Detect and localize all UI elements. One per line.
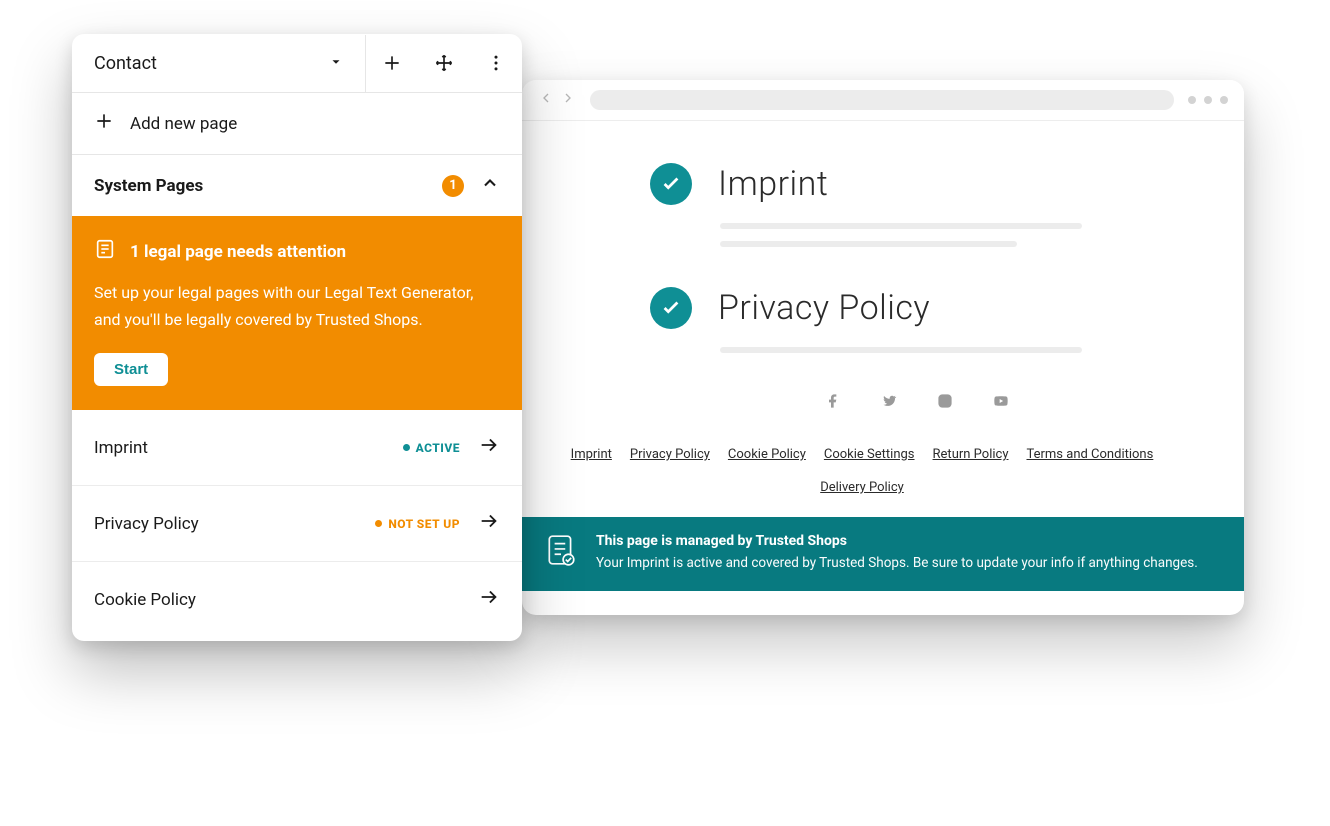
alert-description: Set up your legal pages with our Legal T… [94,279,500,333]
arrow-right-icon [478,510,500,537]
alert-title: 1 legal page needs attention [130,242,346,262]
page-item-cookie[interactable]: Cookie Policy [72,562,522,641]
footer-link[interactable]: Privacy Policy [630,447,710,462]
page-name: Cookie Policy [94,590,196,610]
page-name: Imprint [94,438,148,458]
trusted-shops-banner: This page is managed by Trusted Shops Yo… [522,517,1244,591]
footer-link[interactable]: Cookie Policy [728,447,806,462]
check-circle-icon [650,287,692,329]
document-icon [94,238,116,265]
page-select-dropdown[interactable]: Contact [72,35,366,92]
social-icons [650,393,1184,413]
add-new-page[interactable]: Add new page [72,93,522,155]
preview-browser: Imprint Privacy Policy Imprint Privacy P… [522,80,1244,615]
address-bar[interactable] [590,90,1174,110]
more-button[interactable] [470,34,522,92]
add-page-label: Add new page [130,114,237,134]
window-dots-icon [1188,96,1228,104]
page-item-imprint[interactable]: Imprint ACTIVE [72,410,522,486]
document-check-icon [544,533,578,567]
arrow-right-icon [478,434,500,461]
arrow-right-icon [478,586,500,613]
pages-panel: Contact Add new page Sy [72,34,522,641]
footer-link[interactable]: Cookie Settings [824,447,915,462]
add-button[interactable] [366,34,418,92]
attention-badge: 1 [442,175,464,197]
preview-text-placeholder [720,223,1184,247]
footer-link[interactable]: Terms and Conditions [1026,447,1153,462]
status-badge: NOT SET UP [375,517,460,531]
back-icon[interactable] [538,90,554,110]
instagram-icon[interactable] [937,393,953,413]
footer-links: Imprint Privacy Policy Cookie Policy Coo… [540,441,1184,517]
footer-link[interactable]: Imprint [571,447,612,462]
preview-body: Imprint Privacy Policy Imprint Privacy P… [522,121,1244,615]
page-item-privacy[interactable]: Privacy Policy NOT SET UP [72,486,522,562]
forward-icon[interactable] [560,90,576,110]
facebook-icon[interactable] [825,393,841,413]
plus-icon [94,111,114,136]
start-button[interactable]: Start [94,353,168,386]
panel-header: Contact [72,34,522,93]
check-circle-icon [650,163,692,205]
footer-link[interactable]: Return Policy [933,447,1009,462]
banner-title: This page is managed by Trusted Shops [596,533,1198,549]
preview-heading: Imprint [718,164,828,204]
footer-link[interactable]: Delivery Policy [820,480,904,495]
preview-text-placeholder [720,347,1184,353]
banner-description: Your Imprint is active and covered by Tr… [596,553,1198,573]
chevron-up-icon [480,173,500,198]
preview-section-privacy: Privacy Policy [650,287,1184,329]
legal-attention-alert: 1 legal page needs attention Set up your… [72,216,522,410]
status-dot-icon [403,444,410,451]
page-select-label: Contact [94,53,157,74]
twitter-icon[interactable] [881,393,897,413]
preview-section-imprint: Imprint [650,163,1184,205]
browser-chrome [522,80,1244,121]
youtube-icon[interactable] [993,393,1009,413]
preview-heading: Privacy Policy [718,288,930,328]
move-button[interactable] [418,34,470,92]
section-title: System Pages [94,176,203,196]
system-pages-section[interactable]: System Pages 1 [72,155,522,216]
status-badge: ACTIVE [403,441,460,455]
browser-nav-arrows [538,90,576,110]
caret-down-icon [329,53,343,74]
status-dot-icon [375,520,382,527]
page-name: Privacy Policy [94,514,199,534]
